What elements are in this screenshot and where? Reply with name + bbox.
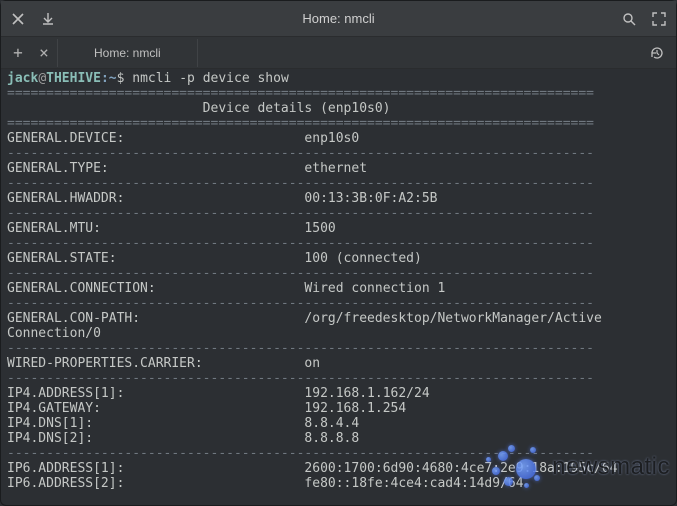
new-tab-button[interactable]: + (5, 40, 31, 66)
fullscreen-icon[interactable] (650, 10, 668, 28)
search-icon[interactable] (620, 10, 638, 28)
download-icon[interactable] (39, 10, 57, 28)
tab-label: Home: nmcli (94, 46, 161, 60)
tab-bar: + × Home: nmcli (1, 37, 676, 69)
window-titlebar: Home: nmcli (1, 1, 676, 37)
close-icon[interactable] (9, 10, 27, 28)
window-title: Home: nmcli (57, 11, 620, 26)
tab-active[interactable]: Home: nmcli (57, 39, 198, 67)
tab-close-button[interactable]: × (31, 40, 57, 66)
terminal-output[interactable]: jack@THEHIVE:~$ nmcli -p device show ===… (1, 69, 676, 493)
history-icon[interactable] (648, 44, 666, 62)
